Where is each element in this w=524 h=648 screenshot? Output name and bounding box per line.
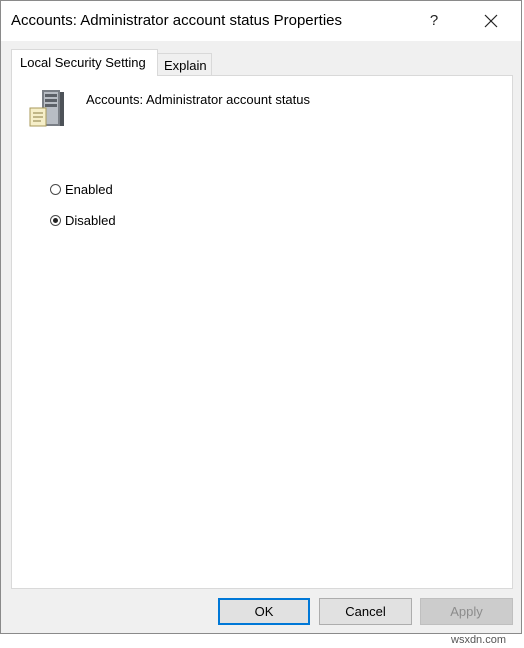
disabled-radio[interactable] <box>50 215 61 226</box>
tab-local-security-setting[interactable]: Local Security Setting <box>11 49 158 76</box>
policy-name: Accounts: Administrator account status <box>86 92 310 107</box>
disabled-radio-option[interactable]: Disabled <box>50 213 116 228</box>
help-button[interactable]: ? <box>417 1 451 41</box>
tab-explain[interactable]: Explain <box>158 53 212 76</box>
ok-button[interactable]: OK <box>218 598 310 625</box>
enabled-radio-option[interactable]: Enabled <box>50 182 113 197</box>
apply-button[interactable]: Apply <box>420 598 513 625</box>
title-bar[interactable]: Accounts: Administrator account status P… <box>1 1 521 41</box>
dialog-title: Accounts: Administrator account status P… <box>11 12 342 29</box>
close-icon <box>484 14 498 28</box>
close-button[interactable] <box>469 1 513 41</box>
tab-panel: Accounts: Administrator account status E… <box>11 75 513 589</box>
properties-dialog: Accounts: Administrator account status P… <box>0 0 522 634</box>
server-policy-icon <box>28 88 68 135</box>
watermark: wsxdn.com <box>451 634 507 646</box>
enabled-radio[interactable] <box>50 184 61 195</box>
disabled-label[interactable]: Disabled <box>65 213 116 228</box>
cancel-button[interactable]: Cancel <box>319 598 412 625</box>
enabled-label[interactable]: Enabled <box>65 182 113 197</box>
